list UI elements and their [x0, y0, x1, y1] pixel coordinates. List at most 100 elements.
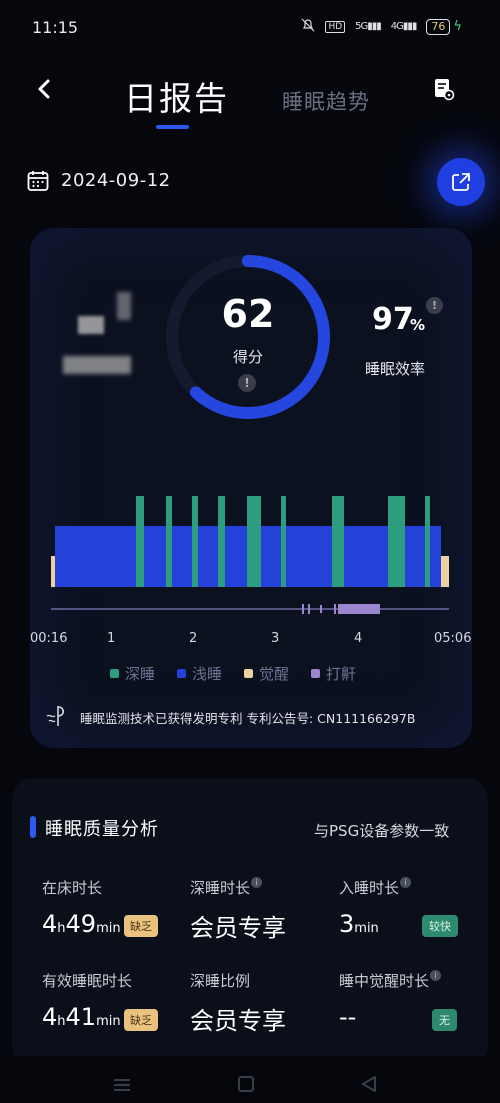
deep-sleep-segment — [425, 496, 430, 587]
status-badge: 较快 — [422, 915, 458, 937]
metric-deep-sleep-ratio-label: 深睡比例 — [190, 972, 251, 990]
metric-sleep-latency-value: 3min — [339, 910, 379, 938]
psg-consistency-note: 与PSG设备参数一致 — [314, 822, 450, 840]
patent-notice: 睡眠监测技术已获得发明专利 专利公告号: CN111166297B — [80, 711, 416, 726]
share-icon — [452, 173, 470, 191]
snore-segment — [320, 605, 322, 613]
menu-icon — [114, 1079, 130, 1091]
back-button[interactable] — [32, 72, 60, 106]
deep-sleep-segment — [332, 496, 344, 587]
metric-time-in-bed-label: 在床时长 — [42, 879, 103, 897]
deep-sleep-segment — [192, 496, 198, 587]
minutes-unit: min — [96, 1014, 121, 1029]
time-label-1: 1 — [107, 631, 116, 646]
nav-recents-button[interactable] — [112, 1077, 132, 1091]
time-label-3: 3 — [271, 631, 280, 646]
status-badge: 无 — [432, 1009, 457, 1031]
legend-label: 打鼾 — [326, 665, 357, 683]
efficiency-info-icon[interactable]: ! — [426, 297, 443, 314]
legend-deep-sleep: 深睡 — [110, 663, 155, 684]
time-label-end: 05:06 — [434, 631, 472, 646]
minutes-value: 49 — [65, 910, 97, 938]
legend-label: 浅睡 — [192, 665, 223, 683]
minutes-unit: min — [96, 921, 121, 936]
metric-effective-sleep-label: 有效睡眠时长 — [42, 972, 133, 990]
quality-section-title: 睡眠质量分析 — [45, 819, 159, 840]
tab-daily-report[interactable]: 日报告 — [124, 72, 229, 120]
metric-label-text: 深睡时长 — [190, 879, 251, 897]
report-date[interactable]: 2024-09-12 — [61, 170, 171, 191]
minutes-value: 41 — [65, 1003, 97, 1031]
status-icons: HD 5G▮▮▮ 4G▮▮▮ 76 ϟ — [301, 18, 462, 35]
score-value: 62 — [221, 292, 275, 336]
score-info-icon[interactable]: ! — [238, 374, 256, 392]
latency-unit: min — [354, 921, 379, 936]
efficiency-value: 97 — [372, 302, 414, 337]
share-button[interactable] — [437, 158, 485, 206]
signal-5g-icon: 5G▮▮▮ — [355, 21, 382, 32]
deep-sleep-segment — [388, 496, 405, 587]
report-doc-button[interactable] — [432, 77, 456, 101]
snore-segment — [308, 604, 310, 614]
deep-sleep-segment — [247, 496, 261, 587]
section-accent-bar — [30, 816, 36, 838]
sleep-stage-chart — [51, 496, 449, 614]
triangle-back-icon — [362, 1076, 376, 1092]
metric-wake-during-sleep-label: 睡中觉醒时长 i — [339, 970, 442, 991]
nav-home-button[interactable] — [238, 1076, 254, 1092]
legend-snore: 打鼾 — [311, 663, 356, 684]
metric-label-text: 入睡时长 — [339, 879, 400, 897]
username-blurred — [63, 356, 131, 374]
mute-icon — [301, 18, 315, 35]
awake-segment — [51, 556, 55, 587]
info-icon[interactable]: i — [400, 877, 412, 888]
battery-icon: 76 — [426, 18, 451, 35]
snore-segment — [302, 604, 304, 614]
metric-sleep-latency-label: 入睡时长 i — [339, 877, 412, 898]
legend-light-sleep: 浅睡 — [177, 663, 222, 684]
signal-5g-label: 5G — [355, 21, 368, 32]
sleep-legend: 深睡 浅睡 觉醒 打鼾 — [110, 663, 356, 684]
awake-segment — [441, 556, 449, 587]
hd-icon: HD — [325, 20, 346, 33]
calendar-icon[interactable] — [27, 170, 49, 192]
avatar-blurred — [78, 316, 104, 334]
time-label-2: 2 — [189, 631, 198, 646]
hours-unit: h — [57, 921, 66, 936]
legend-swatch — [244, 669, 254, 678]
patent-icon — [44, 704, 70, 728]
metric-effective-sleep-value: 4h41min — [42, 1003, 121, 1031]
metric-wake-during-sleep-value: -- — [339, 1003, 357, 1031]
hours-value: 4 — [42, 910, 58, 938]
avatar-blurred-part — [117, 292, 131, 320]
score-label: 得分 — [232, 348, 263, 366]
legend-swatch — [311, 669, 321, 678]
metric-time-in-bed-value: 4h49min — [42, 910, 121, 938]
snore-segment — [334, 604, 336, 614]
snore-segment — [338, 604, 380, 614]
nav-back-button[interactable] — [360, 1075, 378, 1093]
charging-icon: ϟ — [453, 19, 462, 34]
tab-sleep-trend[interactable]: 睡眠趋势 — [282, 86, 370, 116]
legend-label: 觉醒 — [259, 665, 290, 683]
hours-value: 4 — [42, 1003, 58, 1031]
status-badge: 缺乏 — [124, 915, 158, 937]
efficiency-unit: % — [410, 316, 426, 334]
document-settings-icon — [435, 79, 455, 101]
time-label-4: 4 — [354, 631, 363, 646]
metric-label-text: 睡中觉醒时长 — [339, 972, 430, 990]
signal-4g-icon: 4G▮▮▮ — [390, 21, 418, 32]
back-arrow-icon — [38, 79, 50, 99]
info-icon[interactable]: i — [251, 877, 263, 888]
metric-deep-sleep-ratio-value[interactable]: 会员专享 — [190, 1001, 286, 1036]
metric-deep-sleep-time-value[interactable]: 会员专享 — [190, 908, 286, 943]
status-badge: 缺乏 — [124, 1009, 158, 1031]
info-icon[interactable]: i — [430, 970, 442, 981]
metric-deep-sleep-time-label: 深睡时长 i — [190, 877, 263, 898]
efficiency-label: 睡眠效率 — [365, 360, 426, 378]
score-ring — [166, 255, 330, 419]
legend-label: 深睡 — [125, 665, 156, 683]
deep-sleep-segment — [136, 496, 144, 587]
hours-unit: h — [57, 1014, 66, 1029]
status-time: 11:15 — [32, 18, 79, 37]
